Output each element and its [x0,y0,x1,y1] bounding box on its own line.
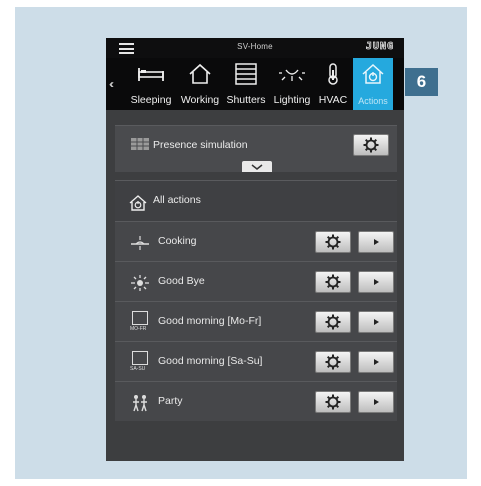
good-morning-mofr-settings-button[interactable] [315,311,351,333]
thermometer-icon [328,63,338,85]
tab-hvac-label: HVAC [318,94,348,106]
cooking-icon [131,236,149,250]
good-morning-sasu-settings-button[interactable] [315,351,351,373]
all-actions-title: All actions [153,194,201,206]
expand-presence-toggle[interactable] [242,161,272,172]
list-item-good-bye[interactable]: Good Bye [115,261,397,302]
cooking-settings-button[interactable] [315,231,351,253]
list-item-cooking[interactable]: Cooking [115,221,397,262]
calendar-sasu-icon: SA-SU [130,351,150,375]
good-bye-settings-button[interactable] [315,271,351,293]
actions-list: Cooking Good Bye MO-FR Good morning [Mo-… [115,221,397,421]
calendar-mofr-text: MO-FR [130,326,147,332]
tab-sleeping-label: Sleeping [130,94,172,106]
top-bar: SV-Home JUNG [106,38,404,58]
gear-icon [363,137,379,153]
bed-icon [138,68,164,81]
list-item-good-morning-mofr[interactable]: MO-FR Good morning [Mo-Fr] [115,301,397,342]
tab-actions-label: Actions [358,96,388,106]
presence-settings-button[interactable] [353,134,389,156]
tab-hvac[interactable]: HVAC [315,58,351,110]
action-label: Good Bye [158,275,205,287]
gear-icon [325,234,341,250]
sun-icon [131,275,149,291]
gear-icon [325,394,341,410]
action-label: Good morning [Sa-Su] [158,355,263,367]
callout-number: 6 [405,68,438,96]
good-morning-sasu-run-button[interactable] [358,351,394,373]
party-run-button[interactable] [358,391,394,413]
tab-lighting-label: Lighting [273,94,311,106]
action-label: Good morning [Mo-Fr] [158,315,262,327]
tab-actions[interactable]: Actions [353,58,393,110]
chevron-down-icon [251,163,263,170]
tab-lighting[interactable]: Lighting [269,58,315,110]
gear-icon [325,274,341,290]
tab-shutters[interactable]: Shutters [223,58,269,110]
presence-simulation-panel: Presence simulation [115,125,397,172]
actions-house-icon [129,195,147,211]
tab-working-label: Working [180,94,220,106]
gear-icon [325,354,341,370]
play-icon [373,319,379,325]
gear-icon [325,314,341,330]
play-icon [373,359,379,365]
party-icon [133,395,147,412]
house-icon [189,63,211,84]
play-icon [373,279,379,285]
calendar-mofr-icon: MO-FR [130,311,150,335]
action-label: Cooking [158,235,197,247]
scroll-left-chevron-icon[interactable]: ‹‹ [109,77,114,91]
category-bar: ‹‹ Sleeping Working Shutters Lighting HV… [106,58,404,110]
presence-simulation-title: Presence simulation [153,139,248,151]
action-label: Party [158,395,183,407]
light-icon [279,69,305,81]
list-item-good-morning-sasu[interactable]: SA-SU Good morning [Sa-Su] [115,341,397,382]
shutter-icon [235,63,257,85]
play-icon [373,239,379,245]
tab-working[interactable]: Working [177,58,223,110]
tab-shutters-label: Shutters [226,94,266,106]
list-item-party[interactable]: Party [115,381,397,422]
calendar-sasu-text: SA-SU [130,366,146,372]
app-title: SV-Home [237,42,273,51]
actions-house-icon [362,63,384,84]
good-bye-run-button[interactable] [358,271,394,293]
presence-simulation-icon [131,138,149,150]
device-screen: SV-Home JUNG ‹‹ Sleeping Working Shutter… [106,38,404,461]
play-icon [373,399,379,405]
good-morning-mofr-run-button[interactable] [358,311,394,333]
party-settings-button[interactable] [315,391,351,413]
cooking-run-button[interactable] [358,231,394,253]
brand-logo: JUNG [365,41,394,53]
tab-sleeping[interactable]: Sleeping [125,58,177,110]
